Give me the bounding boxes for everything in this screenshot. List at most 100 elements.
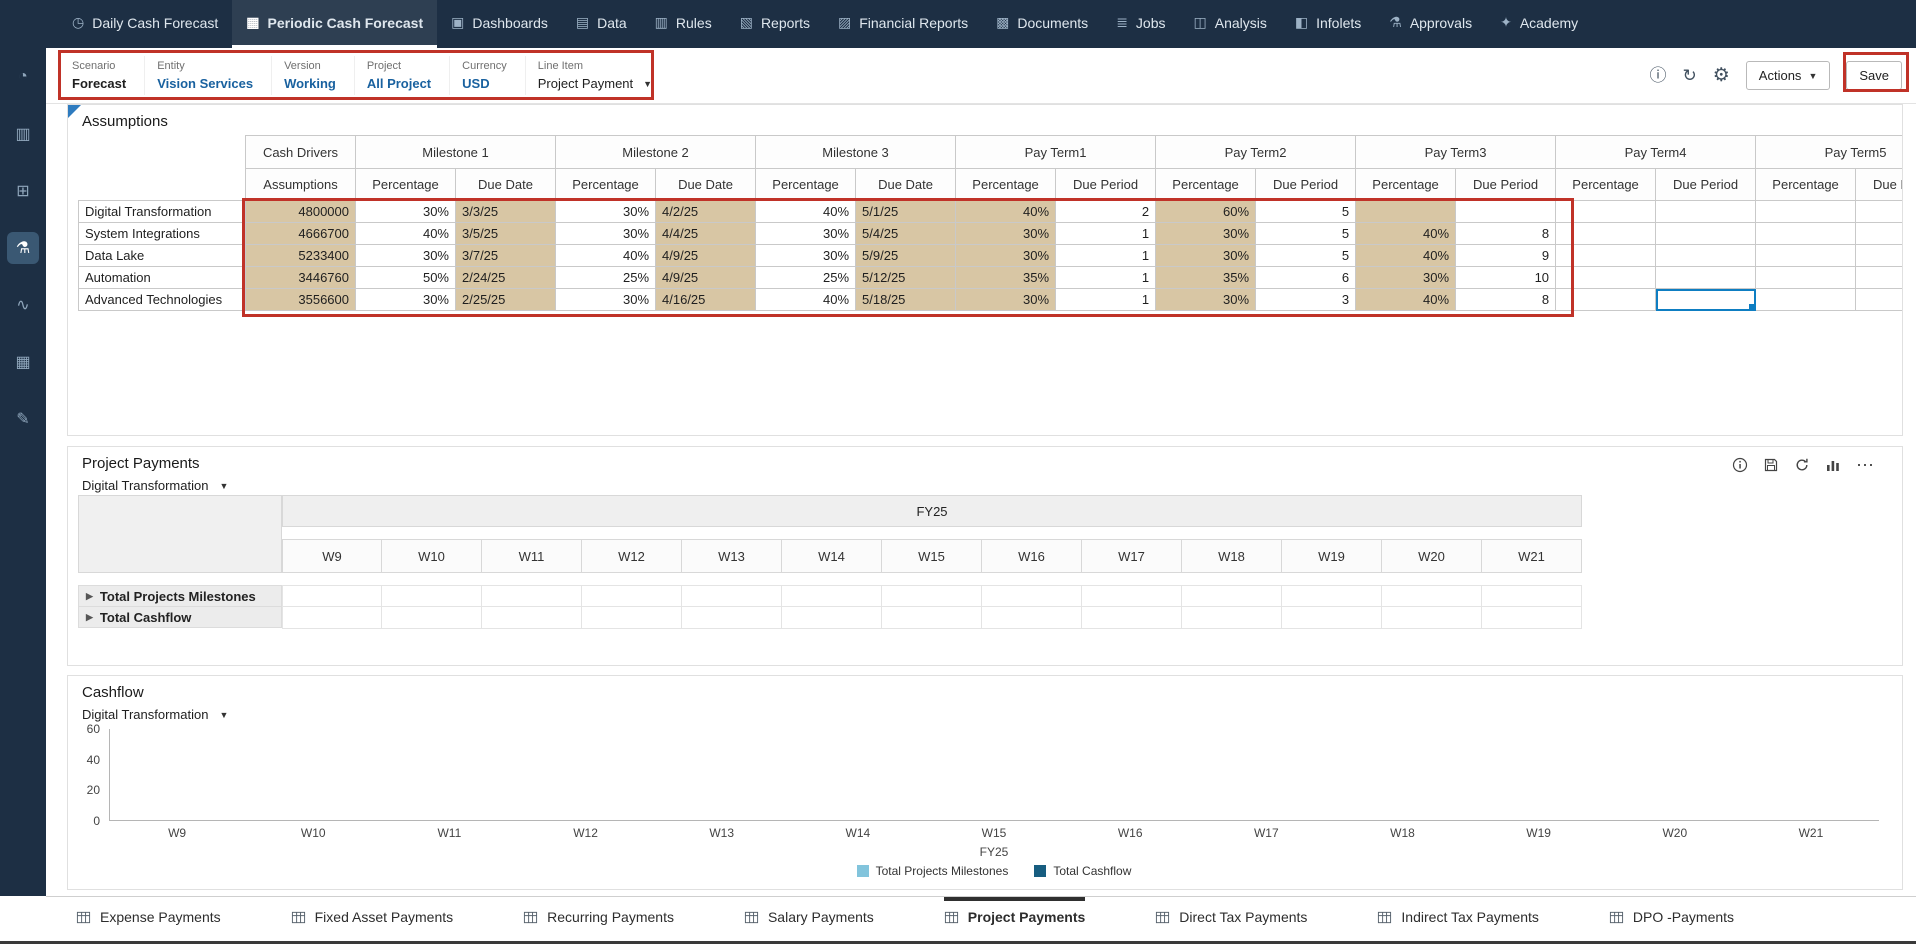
grid-cell[interactable]: 30%: [1156, 289, 1256, 311]
bottom-tab-dpo-payments[interactable]: DPO -Payments: [1609, 897, 1734, 933]
column-header-w12[interactable]: W12: [582, 539, 682, 573]
nav-tab-financial-reports[interactable]: ▨Financial Reports: [824, 0, 982, 48]
column-header-assumptions[interactable]: Assumptions: [246, 169, 356, 201]
save-icon[interactable]: [1763, 457, 1779, 473]
column-header-due-period[interactable]: Due Period: [1856, 169, 1902, 201]
nav-tab-reports[interactable]: ▧Reports: [726, 0, 824, 48]
bottom-tab-fixed-asset-payments[interactable]: Fixed Asset Payments: [291, 897, 454, 933]
column-header-w18[interactable]: W18: [1182, 539, 1282, 573]
grid-cell[interactable]: [1656, 245, 1756, 267]
bottom-tab-direct-tax-payments[interactable]: Direct Tax Payments: [1155, 897, 1307, 933]
grid-cell[interactable]: 4/4/25: [656, 223, 756, 245]
grid-cell[interactable]: [1082, 607, 1182, 629]
more-options-icon[interactable]: ⋯: [1856, 461, 1874, 470]
grid-cell[interactable]: [1382, 585, 1482, 607]
grid-cell[interactable]: [1456, 201, 1556, 223]
bottom-tab-salary-payments[interactable]: Salary Payments: [744, 897, 874, 933]
grid-cell[interactable]: 3/3/25: [456, 201, 556, 223]
grid-cell[interactable]: 40%: [1356, 245, 1456, 267]
info-icon[interactable]: [1732, 457, 1748, 473]
grid-cell[interactable]: 40%: [956, 201, 1056, 223]
grid-cell[interactable]: 30%: [1156, 245, 1256, 267]
grid-cell[interactable]: 50%: [356, 267, 456, 289]
nav-tab-approvals[interactable]: ⚗Approvals: [1375, 0, 1486, 48]
grid-cell[interactable]: 5: [1256, 201, 1356, 223]
column-group-pay-term1[interactable]: Pay Term1: [956, 136, 1156, 169]
grid-cell[interactable]: [682, 585, 782, 607]
refresh-icon[interactable]: ↻: [1683, 67, 1697, 84]
pov-field-currency[interactable]: CurrencyUSD: [450, 56, 526, 95]
grid-cell[interactable]: [982, 607, 1082, 629]
grid-cell[interactable]: [882, 585, 982, 607]
column-header-percentage[interactable]: Percentage: [356, 169, 456, 201]
grid-cell[interactable]: 30%: [956, 223, 1056, 245]
grid-cell[interactable]: [1556, 267, 1656, 289]
column-header-percentage[interactable]: Percentage: [1556, 169, 1656, 201]
column-header-percentage[interactable]: Percentage: [956, 169, 1056, 201]
save-button[interactable]: Save: [1846, 61, 1902, 90]
grid-cell[interactable]: [1556, 201, 1656, 223]
grid-cell[interactable]: 30%: [1156, 223, 1256, 245]
nav-tab-infolets[interactable]: ◧Infolets: [1281, 0, 1375, 48]
grid-cell[interactable]: 2: [1056, 201, 1156, 223]
grid-cell[interactable]: [1556, 289, 1656, 311]
grid-cell[interactable]: 5: [1256, 223, 1356, 245]
grid-cell[interactable]: 5233400: [246, 245, 356, 267]
grid-cell[interactable]: [982, 585, 1082, 607]
grid-cell[interactable]: [1282, 607, 1382, 629]
grid-cell[interactable]: 5/9/25: [856, 245, 956, 267]
grid-cell[interactable]: 40%: [356, 223, 456, 245]
column-header-percentage[interactable]: Percentage: [1356, 169, 1456, 201]
grid-cell[interactable]: [1482, 607, 1582, 629]
grid-cell[interactable]: [282, 585, 382, 607]
grid-cell[interactable]: 4/9/25: [656, 245, 756, 267]
grid-cell[interactable]: 6: [1256, 267, 1356, 289]
grid-cell[interactable]: 30%: [556, 201, 656, 223]
column-header-percentage[interactable]: Percentage: [1756, 169, 1856, 201]
column-group-pay-term3[interactable]: Pay Term3: [1356, 136, 1556, 169]
grid-cell[interactable]: [282, 607, 382, 629]
grid-cell[interactable]: 5: [1256, 245, 1356, 267]
grid-cell[interactable]: 10: [1456, 267, 1556, 289]
grid-cell[interactable]: 2/25/25: [456, 289, 556, 311]
grid-cell[interactable]: [1482, 585, 1582, 607]
nav-tab-documents[interactable]: ▩Documents: [982, 0, 1102, 48]
grid-cell[interactable]: 4666700: [246, 223, 356, 245]
grid-cell[interactable]: 5/12/25: [856, 267, 956, 289]
grid-cell[interactable]: [1082, 585, 1182, 607]
grid-cell[interactable]: [1556, 245, 1656, 267]
grid-cell[interactable]: 40%: [1356, 289, 1456, 311]
column-header-w11[interactable]: W11: [482, 539, 582, 573]
grid-cell[interactable]: [482, 607, 582, 629]
grid-cell[interactable]: [1856, 201, 1902, 223]
refresh-icon[interactable]: [1794, 457, 1810, 473]
grid-cell[interactable]: 4/2/25: [656, 201, 756, 223]
nav-tab-dashboards[interactable]: ▣Dashboards: [437, 0, 562, 48]
nav-tab-rules[interactable]: ▥Rules: [641, 0, 726, 48]
grid-cell[interactable]: [682, 607, 782, 629]
column-header-percentage[interactable]: Percentage: [756, 169, 856, 201]
column-header-due-date[interactable]: Due Date: [656, 169, 756, 201]
grid-cell[interactable]: 1: [1056, 267, 1156, 289]
grid-cell[interactable]: [782, 585, 882, 607]
nav-tab-daily-cash-forecast[interactable]: ◷Daily Cash Forecast: [58, 0, 232, 48]
legend-item-total-cashflow[interactable]: Total Cashflow: [1034, 864, 1131, 878]
column-header-percentage[interactable]: Percentage: [1156, 169, 1256, 201]
grid-cell[interactable]: [1756, 267, 1856, 289]
pov-field-project[interactable]: ProjectAll Project: [355, 56, 450, 95]
grid-cell[interactable]: 40%: [556, 245, 656, 267]
chart-icon[interactable]: [1825, 457, 1841, 473]
grid-cell[interactable]: [1656, 289, 1756, 311]
column-header-due-period[interactable]: Due Period: [1456, 169, 1556, 201]
pov-field-version[interactable]: VersionWorking: [272, 56, 355, 95]
grid-cell[interactable]: [382, 585, 482, 607]
grid-cell[interactable]: 30%: [356, 245, 456, 267]
grid-cell[interactable]: [1182, 585, 1282, 607]
grid-cell[interactable]: 40%: [1356, 223, 1456, 245]
nav-tab-jobs[interactable]: ≣Jobs: [1102, 0, 1179, 48]
column-header-w16[interactable]: W16: [982, 539, 1082, 573]
column-header-w9[interactable]: W9: [282, 539, 382, 573]
column-header-w14[interactable]: W14: [782, 539, 882, 573]
grid-cell[interactable]: [1656, 267, 1756, 289]
grid-cell[interactable]: 60%: [1156, 201, 1256, 223]
